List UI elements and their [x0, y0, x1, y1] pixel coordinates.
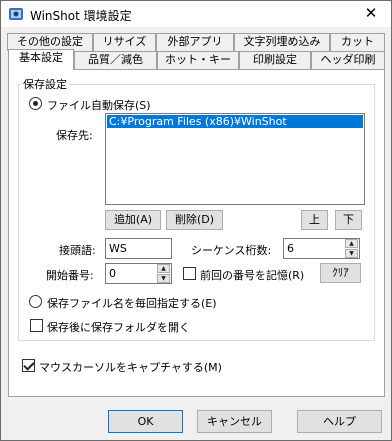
move-up-button[interactable]: 上: [301, 210, 328, 230]
spin-up-icon[interactable]: ▲: [157, 264, 170, 273]
winshot-app-icon: [9, 8, 23, 20]
delete-button[interactable]: 削除(D): [166, 210, 223, 230]
cancel-button[interactable]: キャンセル: [197, 410, 272, 433]
capture-cursor-label[interactable]: マウスカーソルをキャプチャする(M): [39, 359, 222, 375]
close-button[interactable]: ✕: [351, 1, 391, 27]
title-bar: WinShot 環境設定 ✕: [1, 1, 391, 27]
tab-basic-settings[interactable]: 基本設定: [8, 49, 74, 70]
tab-cut[interactable]: カット: [330, 33, 385, 51]
tab-external-app[interactable]: 外部アプリ: [156, 33, 234, 51]
sequence-digits-spinner[interactable]: ▲ ▼: [345, 239, 358, 258]
start-number-spinner[interactable]: ▲ ▼: [157, 264, 170, 283]
specify-filename-radio[interactable]: [29, 295, 42, 308]
capture-cursor-checkbox[interactable]: [22, 359, 35, 372]
open-folder-label[interactable]: 保存後に保存フォルダを開く: [47, 319, 190, 335]
tab-resize[interactable]: リサイズ: [93, 33, 156, 51]
tab-print-settings[interactable]: 印刷設定: [239, 51, 311, 69]
save-destination-label: 保存先:: [56, 129, 93, 142]
window-title: WinShot 環境設定: [30, 9, 132, 23]
open-folder-checkbox[interactable]: [30, 319, 43, 332]
help-button[interactable]: ヘルプ: [297, 410, 382, 433]
spin-up-icon[interactable]: ▲: [345, 239, 358, 248]
settings-window: WinShot 環境設定 ✕ その他の設定 リサイズ 外部アプリ 文字列埋め込み…: [0, 0, 392, 441]
save-destination-list[interactable]: C:¥Program Files (x86)¥WinShot: [105, 113, 365, 205]
spin-down-icon[interactable]: ▼: [345, 249, 358, 258]
tab-header-print[interactable]: ヘッダ印刷: [311, 51, 385, 69]
prefix-input[interactable]: WS: [105, 238, 172, 259]
save-settings-title: 保存設定: [21, 76, 69, 92]
remember-number-checkbox[interactable]: [183, 267, 196, 280]
ok-button[interactable]: OK: [108, 410, 183, 433]
add-button[interactable]: 追加(A): [105, 210, 161, 230]
list-item[interactable]: C:¥Program Files (x86)¥WinShot: [107, 115, 363, 128]
move-down-button[interactable]: 下: [335, 210, 362, 230]
tab-text-embed[interactable]: 文字列埋め込み: [234, 33, 330, 51]
prefix-label: 接頭語:: [59, 244, 96, 257]
auto-save-label[interactable]: ファイル自動保存(S): [47, 97, 151, 113]
sequence-digits-label: シーケンス桁数:: [191, 244, 272, 257]
start-number-label: 開始番号:: [46, 269, 94, 282]
specify-filename-label[interactable]: 保存ファイル名を毎回指定する(E): [47, 295, 217, 311]
tab-hotkey[interactable]: ホット・キー: [157, 51, 239, 69]
basic-settings-panel: 保存設定 ファイル自動保存(S) 保存先: C:¥Program Files (…: [8, 69, 385, 397]
spin-down-icon[interactable]: ▼: [157, 274, 170, 283]
clear-button[interactable]: ｸﾘｱ: [320, 263, 361, 283]
auto-save-radio[interactable]: [29, 97, 42, 110]
tab-quality[interactable]: 品質／減色: [74, 51, 157, 69]
remember-number-label[interactable]: 前回の番号を記憶(R): [200, 267, 304, 283]
